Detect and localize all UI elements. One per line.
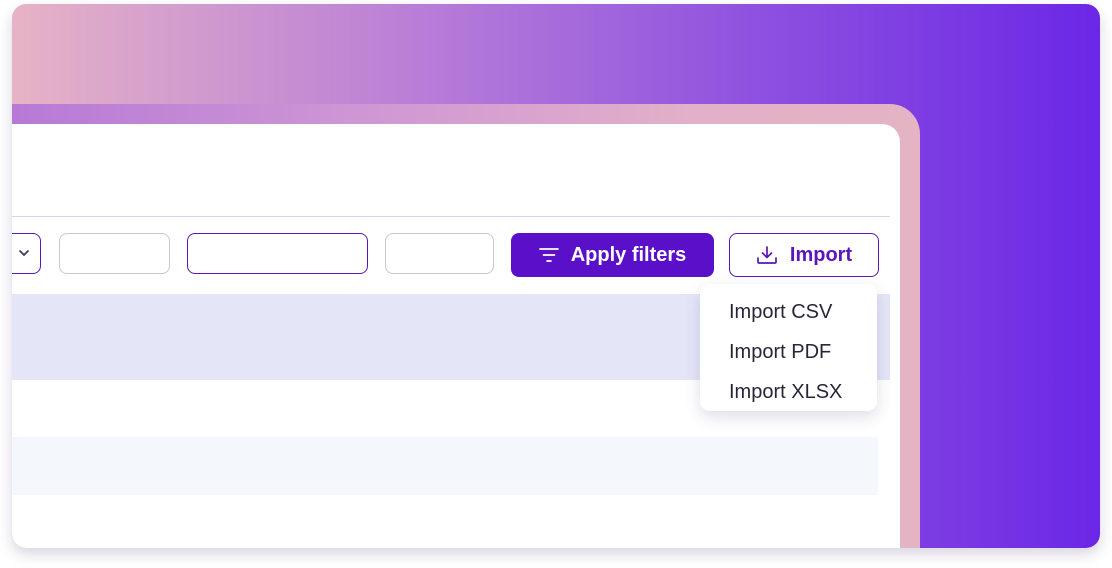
apply-filters-button[interactable]: Apply filters	[511, 233, 714, 277]
hero-background: Apply filters Import Import CSV Import P…	[12, 4, 1100, 548]
filter-input-2[interactable]	[187, 233, 368, 274]
apply-filters-label: Apply filters	[570, 243, 687, 266]
menu-item-import-csv[interactable]: Import CSV	[700, 292, 877, 332]
filter-icon	[538, 248, 559, 262]
app-window: Apply filters Import Import CSV Import P…	[12, 124, 900, 548]
import-label: Import	[789, 243, 853, 266]
filter-input-3[interactable]	[385, 233, 494, 274]
import-button[interactable]: Import	[729, 233, 879, 277]
download-icon	[757, 246, 777, 264]
filter-input-1[interactable]	[59, 233, 170, 274]
menu-item-import-xlsx[interactable]: Import XLSX	[700, 372, 877, 412]
chevron-down-icon	[19, 250, 29, 256]
header-divider	[12, 216, 890, 217]
table-row[interactable]	[12, 437, 878, 495]
filter-dropdown[interactable]	[12, 233, 41, 274]
import-dropdown-menu: Import CSV Import PDF Import XLSX	[700, 284, 877, 411]
menu-item-import-pdf[interactable]: Import PDF	[700, 332, 877, 372]
